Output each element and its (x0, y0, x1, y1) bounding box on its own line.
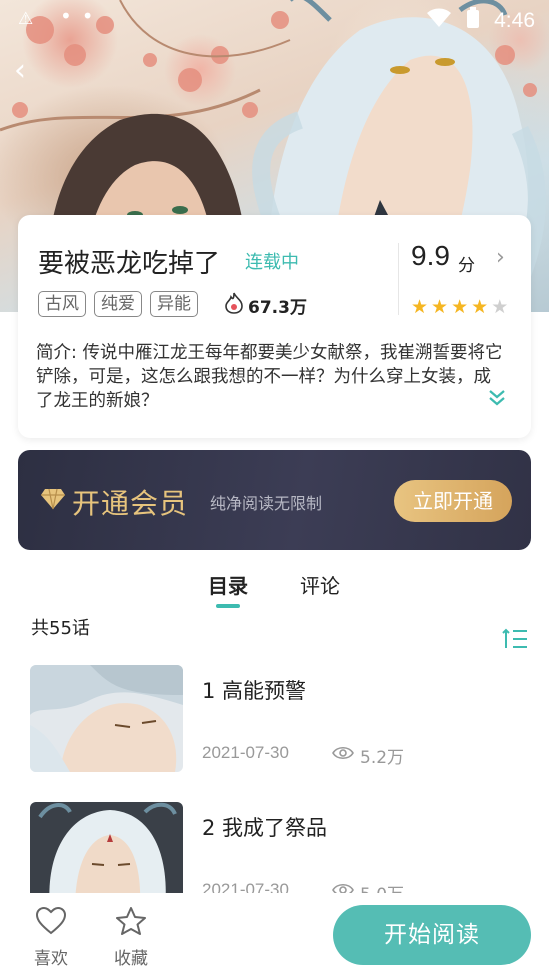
star-icon: ★ (431, 296, 449, 318)
notification-dots-icon: •• (60, 4, 104, 28)
divider (398, 243, 399, 315)
tab-comments[interactable]: 评论 (300, 570, 340, 599)
detail-tabs: 目录 评论 (0, 568, 549, 612)
battery-icon (466, 7, 480, 34)
flame-icon (224, 292, 244, 319)
expand-chevrons-icon[interactable] (488, 388, 506, 406)
chapter-views: 5.2万 (332, 743, 404, 768)
like-label: 喜欢 (34, 949, 68, 969)
open-vip-button[interactable]: 立即开通 (394, 480, 512, 522)
chevron-right-icon[interactable]: › (496, 245, 505, 270)
chapter-date: 2021-07-30 (202, 743, 289, 762)
chapter-title: 2 我成了祭品 (202, 816, 328, 840)
star-icon: ★ (451, 296, 469, 318)
vip-subtitle: 纯净阅读无限制 (210, 494, 323, 513)
chapter-count: 共55话 (31, 618, 90, 639)
tab-catalog[interactable]: 目录 (208, 570, 248, 599)
genre-tag[interactable]: 纯爱 (94, 291, 142, 317)
score-unit: 分 (458, 256, 475, 276)
comic-intro: 简介: 传说中雁江龙王每年都要美少女献祭，我崔溯誓要将它铲除，可是，这怎么跟我想… (36, 343, 503, 411)
star-empty-icon: ★ (491, 296, 509, 318)
comic-info-card: 要被恶龙吃掉了 连载中 古风 纯爱 异能 67.3万 9.9 分 › ★ ★ ★… (18, 215, 531, 438)
favorite-label: 收藏 (114, 949, 148, 969)
bottom-action-bar: 喜欢 收藏 开始阅读 (0, 893, 549, 976)
vip-title: 开通会员 (72, 487, 189, 520)
start-reading-button[interactable]: 开始阅读 (333, 905, 531, 965)
genre-tag[interactable]: 古风 (38, 291, 86, 317)
chapter-item[interactable]: 1 高能预警 2021-07-30 5.2万 (30, 665, 525, 775)
like-button[interactable]: 喜欢 (31, 906, 71, 969)
chapter-title: 1 高能预警 (202, 679, 307, 703)
star-icon: ★ (411, 296, 429, 318)
eye-icon (332, 745, 354, 766)
genre-tags: 古风 纯爱 异能 (38, 291, 198, 317)
status-time: 4:46 (494, 8, 535, 32)
views-count: 5.2万 (360, 748, 405, 768)
diamond-icon (40, 488, 66, 514)
notification-icon: ⚠ (18, 9, 34, 29)
serial-status: 连载中 (245, 252, 299, 273)
rating-stars: ★ ★ ★ ★ ★ (411, 297, 508, 317)
genre-tag[interactable]: 异能 (150, 291, 198, 317)
heart-icon (31, 906, 71, 940)
sort-icon[interactable] (502, 628, 528, 654)
status-bar: ⚠ •• 4:46 (0, 0, 549, 38)
favorite-button[interactable]: 收藏 (111, 907, 151, 969)
tab-indicator (216, 604, 240, 608)
chapter-thumbnail (30, 665, 183, 772)
popularity: 67.3万 (224, 292, 307, 319)
back-icon[interactable]: ‹ (14, 56, 44, 86)
star-icon: ★ (471, 296, 489, 318)
star-outline-icon (111, 907, 151, 940)
comic-title: 要被恶龙吃掉了 (38, 249, 221, 279)
score-value: 9.9 (411, 240, 450, 271)
wifi-icon (426, 8, 452, 33)
vip-banner[interactable]: 开通会员 纯净阅读无限制 立即开通 (18, 450, 531, 550)
popularity-count: 67.3万 (248, 298, 307, 318)
comic-detail-page: ⚠ •• 4:46 ‹ 要被恶龙吃掉了 连载中 古风 纯爱 异能 67.3万 9… (0, 0, 549, 976)
